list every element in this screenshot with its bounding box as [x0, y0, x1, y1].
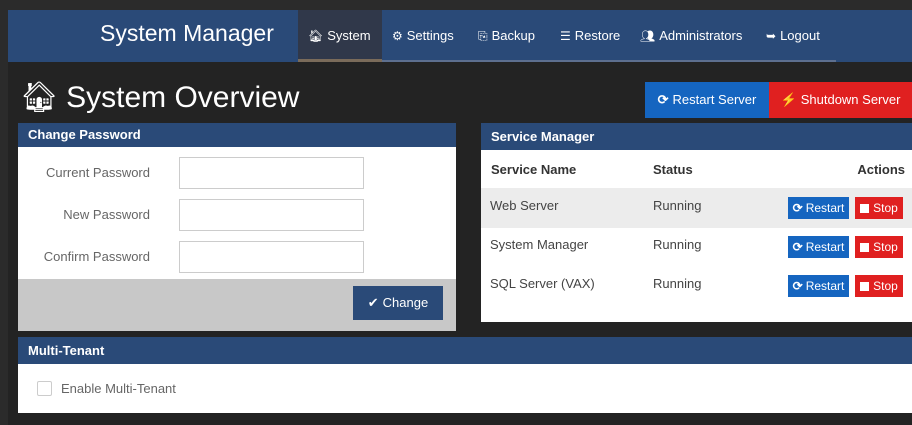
- column-service-name: Service Name: [491, 162, 577, 177]
- nav-administrators[interactable]: 👥︎ Administrators: [632, 10, 756, 62]
- nav-restore[interactable]: ☰ Restore: [550, 10, 632, 62]
- service-table-header: Service Name Status Actions: [481, 150, 912, 188]
- stop-service-button[interactable]: Stop: [855, 197, 903, 219]
- service-manager-header: Service Manager: [481, 123, 912, 150]
- stop-label: Stop: [873, 240, 898, 254]
- nav-restore-label: Restore: [574, 28, 621, 43]
- refresh-icon: ⟳: [792, 240, 803, 254]
- enable-multi-tenant-label[interactable]: Enable Multi-Tenant: [61, 381, 176, 396]
- table-row: System Manager Running ⟳ Restart Stop: [481, 228, 912, 268]
- nav-administrators-label: Administrators: [659, 28, 743, 43]
- nav-backup-label: Backup: [491, 28, 535, 43]
- restart-label: Restart: [805, 240, 845, 254]
- home-icon: 🏠︎: [20, 81, 59, 114]
- page-title: 🏠︎ System Overview: [20, 80, 299, 115]
- nav-logout[interactable]: ➥ Logout: [756, 10, 836, 62]
- nav-logout-label: Logout: [780, 28, 820, 43]
- stop-icon: [860, 204, 870, 213]
- page-title-text: System Overview: [66, 81, 300, 114]
- service-name: SQL Server (VAX): [490, 276, 595, 291]
- stop-service-button[interactable]: Stop: [855, 236, 903, 258]
- new-password-label: New Password: [63, 207, 150, 222]
- nav-backup[interactable]: ⎘ Backup: [468, 10, 550, 62]
- cogs-icon: ⚙: [392, 29, 403, 43]
- restart-label: Restart: [805, 279, 845, 293]
- users-icon: 👥︎: [640, 29, 656, 43]
- restart-label: Restart: [805, 201, 845, 215]
- nav-system[interactable]: 🏠︎ System: [298, 10, 382, 62]
- column-actions: Actions: [857, 162, 905, 177]
- top-navbar: System Manager 🏠︎ System ⚙ Settings ⎘ Backu…: [8, 10, 912, 62]
- restart-service-button[interactable]: ⟳ Restart: [788, 236, 849, 258]
- service-name: System Manager: [490, 237, 589, 252]
- stop-icon: [860, 243, 870, 252]
- restart-server-label: Restart Server: [672, 92, 757, 107]
- database-icon: ☰: [560, 29, 571, 43]
- change-password-header: Change Password: [18, 123, 456, 147]
- new-password-input[interactable]: [179, 199, 364, 231]
- table-row: Web Server Running ⟳ Restart Stop: [481, 188, 912, 228]
- stop-label: Stop: [873, 201, 898, 215]
- nav-settings-label: Settings: [406, 28, 454, 43]
- sign-out-icon: ➥: [766, 29, 777, 43]
- change-password-button-label: Change: [382, 295, 429, 310]
- stop-service-button[interactable]: Stop: [855, 275, 903, 297]
- restart-server-button[interactable]: ⟳ Restart Server: [645, 82, 769, 118]
- stop-label: Stop: [873, 279, 898, 293]
- nav-system-label: System: [327, 28, 371, 43]
- brand-title[interactable]: System Manager: [100, 20, 274, 47]
- shutdown-server-button[interactable]: ⚡ Shutdown Server: [769, 82, 912, 118]
- power-icon: ⚡: [780, 92, 797, 107]
- service-name: Web Server: [490, 198, 559, 213]
- service-status: Running: [653, 198, 702, 213]
- backup-icon: ⎘: [478, 29, 488, 43]
- confirm-password-input[interactable]: [179, 241, 364, 273]
- refresh-icon: ⟳: [792, 201, 803, 215]
- refresh-icon: ⟳: [792, 279, 803, 293]
- table-row: SQL Server (VAX) Running ⟳ Restart Stop: [481, 268, 912, 322]
- column-status: Status: [653, 162, 693, 177]
- current-password-input[interactable]: [179, 157, 364, 189]
- change-password-button[interactable]: ✔ Change: [353, 286, 443, 320]
- multi-tenant-header: Multi-Tenant: [18, 337, 912, 364]
- stop-icon: [860, 282, 870, 291]
- check-icon: ✔: [367, 295, 379, 310]
- refresh-icon: ⟳: [657, 92, 669, 107]
- enable-multi-tenant-checkbox[interactable]: [37, 381, 52, 396]
- home-icon: 🏠︎: [308, 29, 324, 43]
- restart-service-button[interactable]: ⟳ Restart: [788, 275, 849, 297]
- confirm-password-label: Confirm Password: [43, 249, 150, 264]
- restart-service-button[interactable]: ⟳ Restart: [788, 197, 849, 219]
- shutdown-server-label: Shutdown Server: [800, 92, 901, 107]
- nav-settings[interactable]: ⚙ Settings: [382, 10, 468, 62]
- service-status: Running: [653, 276, 702, 291]
- service-status: Running: [653, 237, 702, 252]
- current-password-label: Current Password: [45, 165, 150, 180]
